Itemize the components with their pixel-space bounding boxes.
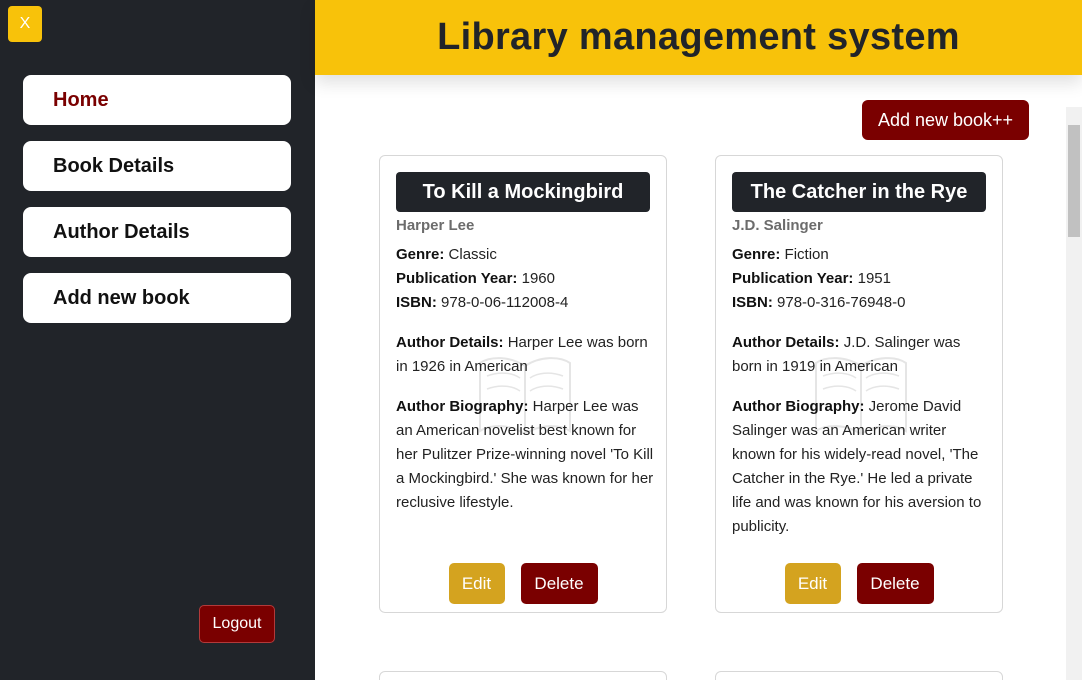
logout-button[interactable]: Logout [199, 605, 275, 643]
author-bio-label: Author Biography: [732, 398, 865, 415]
edit-button[interactable]: Edit [448, 563, 505, 604]
book-title: To Kill a Mockingbird [396, 172, 650, 212]
book-info: Genre: Fiction Publication Year: 1951 IS… [732, 243, 990, 539]
genre-value: Classic [448, 246, 497, 263]
book-info: Genre: Classic Publication Year: 1960 IS… [396, 243, 654, 515]
scrollbar-thumb[interactable] [1068, 125, 1080, 237]
add-new-book-button[interactable]: Add new book++ [862, 100, 1029, 140]
book-card-partial [715, 671, 1003, 680]
genre-label: Genre: [732, 246, 781, 263]
sidebar: X Home Book Details Author Details Add n… [0, 0, 315, 680]
sidebar-item-book-details[interactable]: Book Details [23, 141, 291, 191]
book-author: J.D. Salinger [732, 217, 823, 234]
book-card: The Catcher in the Rye J.D. Salinger Gen… [715, 155, 1003, 613]
author-bio-label: Author Biography: [396, 398, 529, 415]
sidebar-item-add-new-book[interactable]: Add new book [23, 273, 291, 323]
genre-label: Genre: [396, 246, 445, 263]
page-title: Library management system [437, 16, 960, 58]
genre-value: Fiction [784, 246, 829, 263]
close-sidebar-button[interactable]: X [8, 6, 42, 42]
author-bio-value: Jerome David Salinger was an American wr… [732, 398, 982, 535]
card-actions: Edit Delete [716, 563, 1002, 604]
author-details-label: Author Details: [732, 334, 840, 351]
book-card-partial [379, 671, 667, 680]
book-author: Harper Lee [396, 217, 475, 234]
scrollbar[interactable] [1066, 107, 1082, 680]
year-label: Publication Year: [396, 270, 518, 287]
year-value: 1960 [521, 270, 555, 287]
sidebar-item-author-details[interactable]: Author Details [23, 207, 291, 257]
sidebar-item-home[interactable]: Home [23, 75, 291, 125]
isbn-value: 978-0-316-76948-0 [777, 294, 906, 311]
delete-button[interactable]: Delete [520, 563, 598, 604]
year-label: Publication Year: [732, 270, 854, 287]
card-actions: Edit Delete [380, 563, 666, 604]
edit-button[interactable]: Edit [784, 563, 841, 604]
book-card: To Kill a Mockingbird Harper Lee Genre: … [379, 155, 667, 613]
author-details-label: Author Details: [396, 334, 504, 351]
isbn-label: ISBN: [396, 294, 437, 311]
page-header: Library management system [315, 0, 1082, 75]
isbn-label: ISBN: [732, 294, 773, 311]
delete-button[interactable]: Delete [856, 563, 934, 604]
book-title: The Catcher in the Rye [732, 172, 986, 212]
year-value: 1951 [857, 270, 891, 287]
isbn-value: 978-0-06-112008-4 [441, 294, 569, 311]
